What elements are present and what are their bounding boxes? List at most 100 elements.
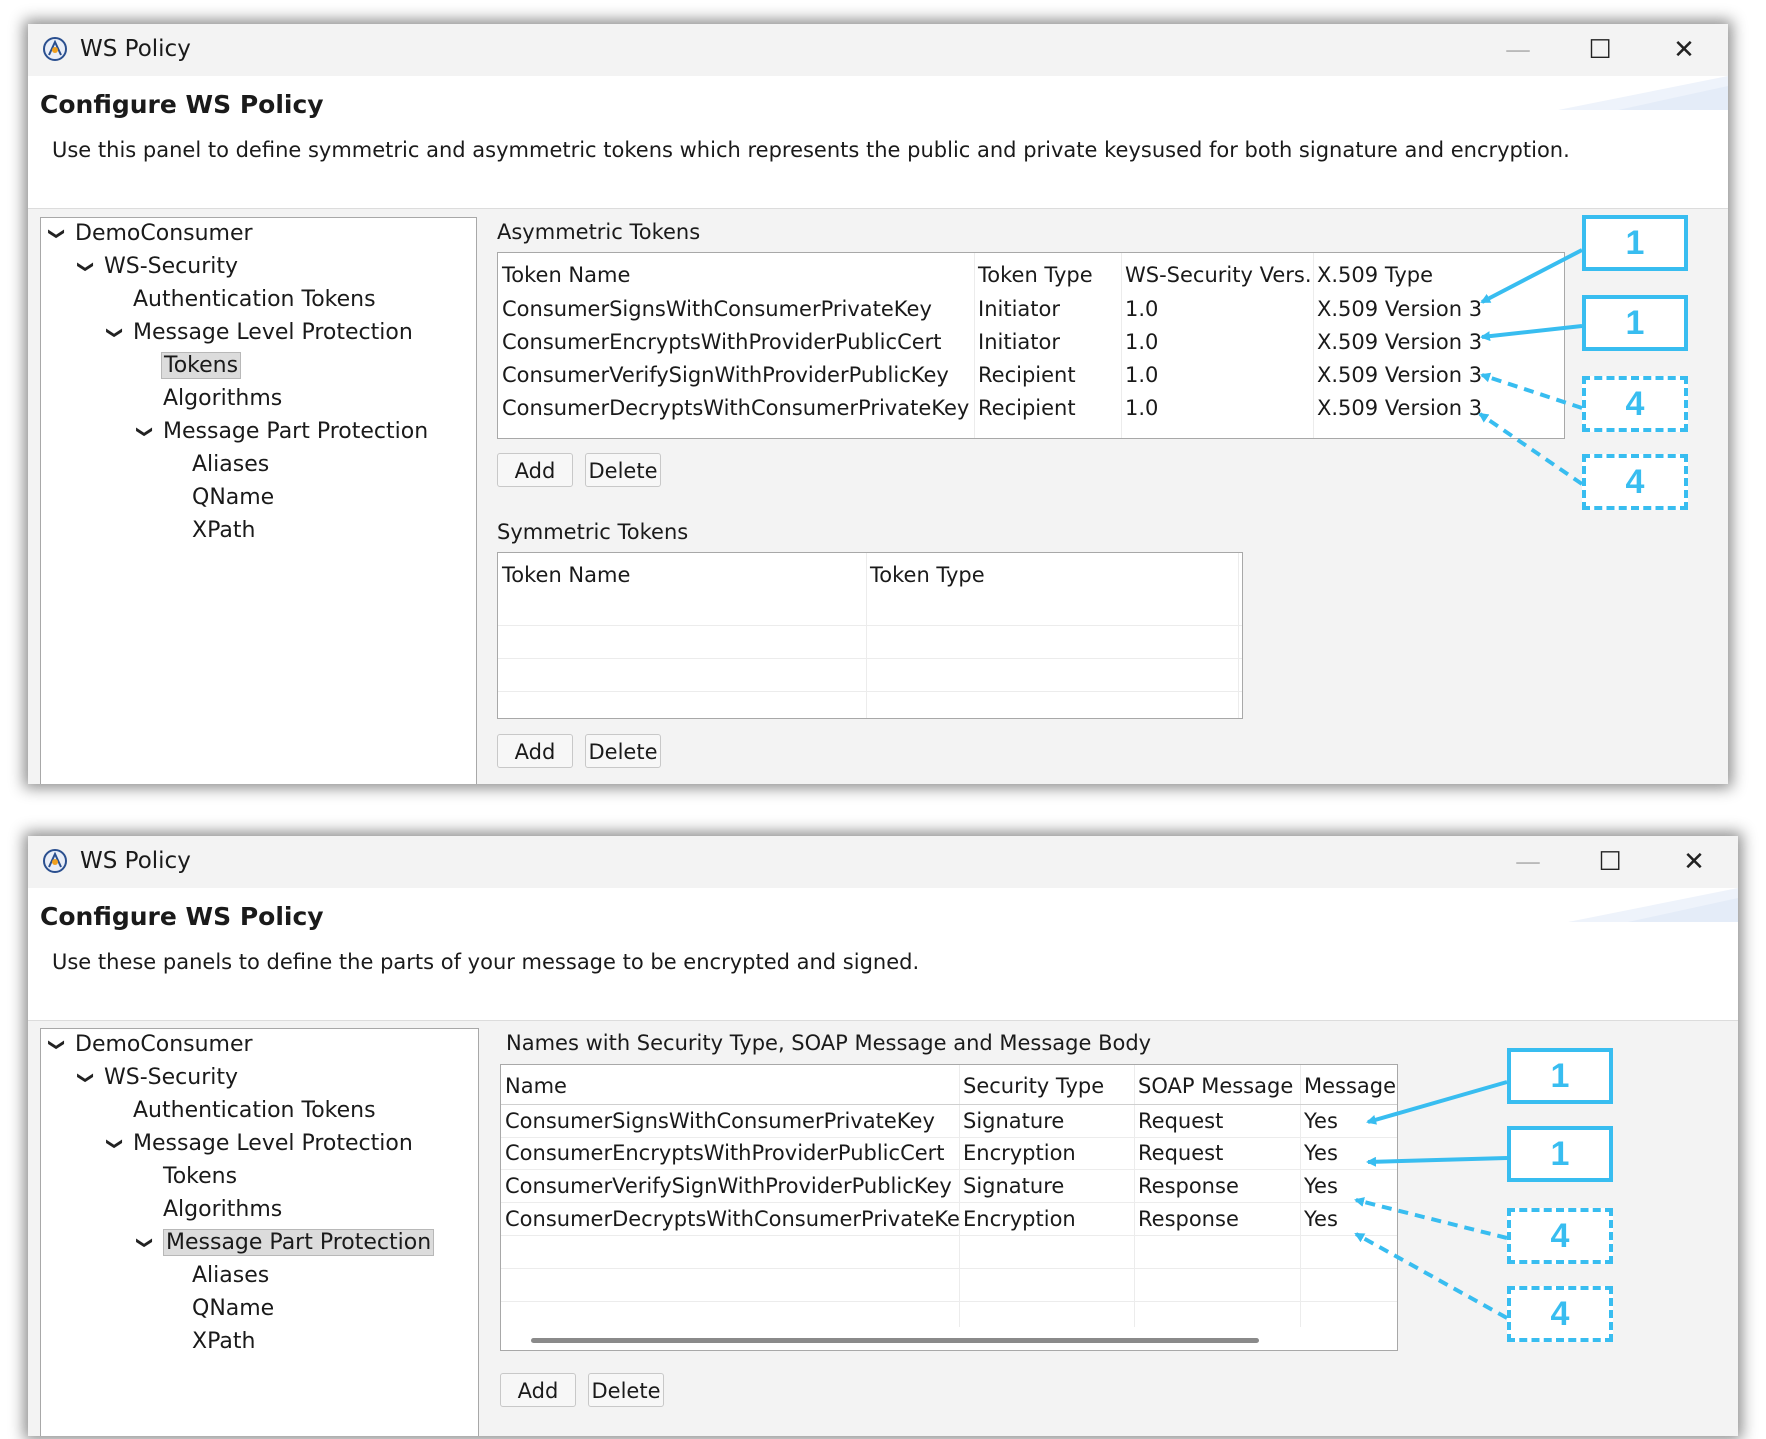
- callout-1: 1: [1582, 215, 1688, 271]
- column-header-soap-message[interactable]: SOAP Message: [1134, 1070, 1300, 1102]
- table-row[interactable]: ConsumerVerifySignWithProviderPublicKey …: [498, 359, 1564, 391]
- tree-item-authentication-tokens[interactable]: Authentication Tokens: [133, 1095, 376, 1127]
- tree-item-tokens[interactable]: Tokens: [161, 350, 242, 382]
- add-asymmetric-token-button[interactable]: Add: [497, 453, 573, 487]
- cell-ws-security-version: 1.0: [1125, 363, 1159, 387]
- maximize-icon[interactable]: ☐: [1580, 842, 1640, 882]
- symmetric-tokens-table[interactable]: Token Name Token Type: [497, 552, 1243, 719]
- cell-message: Yes: [1304, 1174, 1338, 1198]
- cell-name: ConsumerDecryptsWithConsumerPrivateKey: [505, 1207, 959, 1231]
- title-bar[interactable]: WS Policy — ☐ ✕: [28, 24, 1728, 76]
- tree-item-algorithms[interactable]: Algorithms: [163, 383, 282, 415]
- table-header: Token Name Token Type: [498, 559, 1242, 591]
- title-bar[interactable]: WS Policy — ☐ ✕: [28, 836, 1738, 888]
- maximize-icon[interactable]: ☐: [1570, 30, 1630, 70]
- navigation-tree[interactable]: ❯ DemoConsumer ❯ WS-Security Authenticatio…: [40, 1028, 479, 1436]
- cell-soap-message: Response: [1138, 1174, 1239, 1198]
- delete-symmetric-token-button[interactable]: Delete: [585, 734, 661, 768]
- tree-item-xpath[interactable]: XPath: [192, 1326, 255, 1358]
- table-row[interactable]: ConsumerDecryptsWithConsumerPrivateKey E…: [501, 1203, 1397, 1236]
- header-decoration: [1568, 888, 1738, 922]
- table-row[interactable]: ConsumerEncryptsWithProviderPublicCert E…: [501, 1137, 1397, 1170]
- callout-1: 1: [1507, 1048, 1613, 1104]
- chevron-down-icon[interactable]: ❯: [129, 1236, 161, 1262]
- tree-item-democonsumer[interactable]: ❯ DemoConsumer: [48, 218, 253, 250]
- chevron-down-icon[interactable]: ❯: [41, 1038, 73, 1064]
- column-header-token-type[interactable]: Token Type: [974, 259, 1121, 291]
- chevron-down-icon[interactable]: ❯: [99, 326, 131, 352]
- column-header-security-type[interactable]: Security Type: [959, 1070, 1134, 1102]
- table-header: Token Name Token Type WS-Security Vers..…: [498, 259, 1564, 291]
- delete-asymmetric-token-button[interactable]: Delete: [585, 453, 661, 487]
- table-row[interactable]: ConsumerSignsWithConsumerPrivateKey Init…: [498, 293, 1564, 325]
- minimize-icon[interactable]: —: [1498, 842, 1558, 882]
- tree-item-algorithms[interactable]: Algorithms: [163, 1194, 282, 1226]
- column-header-token-name[interactable]: Token Name: [498, 559, 866, 591]
- cell-message: Yes: [1304, 1141, 1338, 1165]
- table-row[interactable]: ConsumerSignsWithConsumerPrivateKey Sign…: [501, 1104, 1397, 1138]
- page-header: Configure WS Policy Use this panel to de…: [28, 76, 1728, 209]
- callout-4: 4: [1582, 454, 1688, 510]
- callout-4: 4: [1582, 376, 1688, 432]
- cell-soap-message: Response: [1138, 1207, 1239, 1231]
- tree-item-aliases[interactable]: Aliases: [192, 449, 269, 481]
- chevron-down-icon[interactable]: ❯: [70, 260, 102, 286]
- tree-item-message-level-protection[interactable]: ❯ Message Level Protection: [106, 1128, 413, 1160]
- cell-x509-type: X.509 Version 3: [1317, 330, 1483, 354]
- cell-x509-type: X.509 Version 3: [1317, 297, 1483, 321]
- page-title: Configure WS Policy: [40, 90, 324, 119]
- tree-item-authentication-tokens[interactable]: Authentication Tokens: [133, 284, 376, 316]
- table-row[interactable]: ConsumerDecryptsWithConsumerPrivateKey R…: [498, 392, 1564, 424]
- column-header-token-type[interactable]: Token Type: [866, 559, 1238, 591]
- page-description: Use this panel to define symmetric and a…: [52, 138, 1570, 162]
- table-row-empty: [498, 593, 1242, 626]
- message-parts-table[interactable]: Name Security Type SOAP Message Message …: [500, 1064, 1398, 1351]
- cell-name: ConsumerSignsWithConsumerPrivateKey: [505, 1109, 935, 1133]
- add-message-part-button[interactable]: Add: [500, 1373, 576, 1407]
- delete-message-part-button[interactable]: Delete: [588, 1373, 664, 1407]
- close-icon[interactable]: ✕: [1654, 30, 1714, 70]
- chevron-down-icon[interactable]: ❯: [129, 425, 161, 451]
- chevron-down-icon[interactable]: ❯: [99, 1137, 131, 1163]
- asymmetric-tokens-table[interactable]: Token Name Token Type WS-Security Vers..…: [497, 252, 1565, 439]
- cell-security-type: Signature: [963, 1109, 1065, 1133]
- tree-item-aliases[interactable]: Aliases: [192, 1260, 269, 1292]
- tree-item-xpath[interactable]: XPath: [192, 515, 255, 547]
- table-row-empty: [498, 626, 1242, 659]
- eclipse-icon: [43, 37, 67, 61]
- column-header-x509-type[interactable]: X.509 Type: [1313, 259, 1563, 291]
- table-row-empty: [501, 1236, 1397, 1269]
- table-row[interactable]: ConsumerVerifySignWithProviderPublicKey …: [501, 1170, 1397, 1203]
- cell-message: Yes: [1304, 1207, 1338, 1231]
- cell-token-name: ConsumerEncryptsWithProviderPublicCert: [502, 330, 942, 354]
- cell-token-name: ConsumerDecryptsWithConsumerPrivateKey: [502, 396, 970, 420]
- cell-security-type: Encryption: [963, 1141, 1076, 1165]
- asymmetric-tokens-label: Asymmetric Tokens: [497, 220, 701, 244]
- column-header-name[interactable]: Name: [501, 1070, 959, 1102]
- table-row-empty: [498, 659, 1242, 692]
- cell-token-type: Initiator: [978, 297, 1060, 321]
- close-icon[interactable]: ✕: [1664, 842, 1724, 882]
- tree-item-message-part-protection[interactable]: ❯ Message Part Protection: [136, 1227, 435, 1259]
- callout-1: 1: [1507, 1126, 1613, 1182]
- add-symmetric-token-button[interactable]: Add: [497, 734, 573, 768]
- cell-token-name: ConsumerVerifySignWithProviderPublicKey: [502, 363, 949, 387]
- tree-item-tokens[interactable]: Tokens: [163, 1161, 237, 1193]
- column-header-token-name[interactable]: Token Name: [498, 259, 974, 291]
- tree-item-message-level-protection[interactable]: ❯ Message Level Protection: [106, 317, 413, 349]
- navigation-tree[interactable]: ❯ DemoConsumer ❯ WS-Security Authenticatio…: [40, 217, 477, 784]
- table-row[interactable]: ConsumerEncryptsWithProviderPublicCert I…: [498, 326, 1564, 358]
- chevron-down-icon[interactable]: ❯: [70, 1071, 102, 1097]
- chevron-down-icon[interactable]: ❯: [41, 227, 73, 253]
- minimize-icon[interactable]: —: [1488, 30, 1548, 70]
- tree-item-qname[interactable]: QName: [192, 482, 274, 514]
- tree-item-ws-security[interactable]: ❯ WS-Security: [77, 1062, 238, 1094]
- horizontal-scrollbar[interactable]: [531, 1338, 1259, 1343]
- tree-item-ws-security[interactable]: ❯ WS-Security: [77, 251, 238, 283]
- table-row-empty: [501, 1302, 1397, 1334]
- tree-item-democonsumer[interactable]: ❯ DemoConsumer: [48, 1029, 253, 1061]
- tree-item-message-part-protection[interactable]: ❯ Message Part Protection: [136, 416, 428, 448]
- tree-item-qname[interactable]: QName: [192, 1293, 274, 1325]
- column-header-ws-security-version[interactable]: WS-Security Vers...: [1121, 259, 1313, 291]
- column-header-message[interactable]: Message: [1300, 1070, 1396, 1102]
